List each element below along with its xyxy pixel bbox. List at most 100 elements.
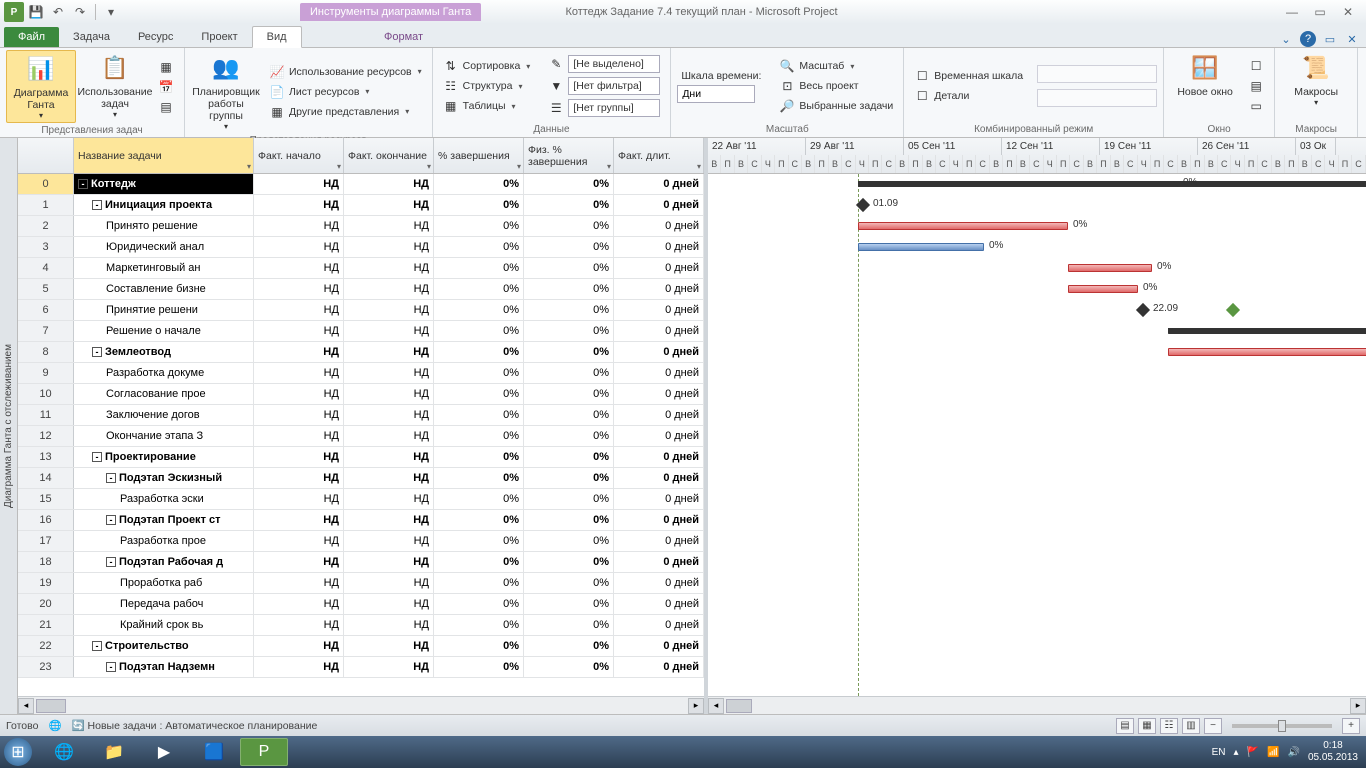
outline-toggle-icon[interactable]: -: [106, 473, 116, 483]
view-gantt-icon[interactable]: ▤: [1116, 718, 1134, 734]
cell-actual-duration[interactable]: 0 дней: [614, 594, 704, 614]
table-row[interactable]: 23 -Подэтап Надземн НД НД 0% 0% 0 дней: [18, 657, 704, 678]
cell-actual-start[interactable]: НД: [254, 594, 344, 614]
gantt-row[interactable]: 0%: [708, 258, 1366, 279]
cell-task-name[interactable]: Передача рабоч: [74, 594, 254, 614]
row-number[interactable]: 16: [18, 510, 74, 530]
cell-task-name[interactable]: -Инициация проекта: [74, 195, 254, 215]
cell-task-name[interactable]: -Коттедж: [74, 174, 254, 194]
outline-toggle-icon[interactable]: -: [92, 641, 102, 651]
cell-actual-start[interactable]: НД: [254, 279, 344, 299]
cell-actual-duration[interactable]: 0 дней: [614, 195, 704, 215]
row-number[interactable]: 10: [18, 384, 74, 404]
table-row[interactable]: 15 Разработка эски НД НД 0% 0% 0 дней: [18, 489, 704, 510]
tab-task[interactable]: Задача: [59, 27, 124, 47]
language-indicator[interactable]: EN: [1212, 747, 1226, 758]
table-row[interactable]: 4 Маркетинговый ан НД НД 0% 0% 0 дней: [18, 258, 704, 279]
cell-percent-complete[interactable]: 0%: [434, 405, 524, 425]
cell-actual-duration[interactable]: 0 дней: [614, 489, 704, 509]
cell-actual-start[interactable]: НД: [254, 237, 344, 257]
gantt-row[interactable]: [708, 510, 1366, 531]
table-row[interactable]: 9 Разработка докуме НД НД 0% 0% 0 дней: [18, 363, 704, 384]
cell-actual-start[interactable]: НД: [254, 573, 344, 593]
cell-phys-percent[interactable]: 0%: [524, 363, 614, 383]
cell-actual-duration[interactable]: 0 дней: [614, 342, 704, 362]
taskbar-explorer-icon[interactable]: 📁: [90, 738, 138, 766]
gantt-chart-button[interactable]: 📊 Диаграмма Ганта ▾: [6, 50, 76, 123]
cell-actual-start[interactable]: НД: [254, 363, 344, 383]
timescale-combo[interactable]: Дни: [677, 85, 755, 103]
cell-actual-start[interactable]: НД: [254, 615, 344, 635]
cell-actual-finish[interactable]: НД: [344, 573, 434, 593]
row-number[interactable]: 3: [18, 237, 74, 257]
grid-scrollbar[interactable]: ◂ ▸: [18, 696, 704, 714]
cell-actual-start[interactable]: НД: [254, 552, 344, 572]
row-number[interactable]: 17: [18, 531, 74, 551]
cell-percent-complete[interactable]: 0%: [434, 342, 524, 362]
cell-actual-finish[interactable]: НД: [344, 216, 434, 236]
cell-phys-percent[interactable]: 0%: [524, 384, 614, 404]
scroll-thumb[interactable]: [36, 699, 66, 713]
cell-phys-percent[interactable]: 0%: [524, 615, 614, 635]
undo-icon[interactable]: ↶: [48, 2, 68, 22]
other-views-button[interactable]: ▦Другие представления▾: [265, 103, 426, 121]
cell-task-name[interactable]: Принятие решени: [74, 300, 254, 320]
row-number[interactable]: 8: [18, 342, 74, 362]
cell-actual-start[interactable]: НД: [254, 321, 344, 341]
gantt-row[interactable]: [708, 657, 1366, 678]
view-bar[interactable]: Диаграмма Ганта с отслеживанием: [0, 138, 18, 714]
cell-actual-duration[interactable]: 0 дней: [614, 174, 704, 194]
row-number[interactable]: 15: [18, 489, 74, 509]
cell-actual-finish[interactable]: НД: [344, 531, 434, 551]
tray-volume-icon[interactable]: 🔊: [1287, 747, 1299, 758]
cell-actual-start[interactable]: НД: [254, 405, 344, 425]
gantt-row[interactable]: [708, 426, 1366, 447]
cell-actual-duration[interactable]: 0 дней: [614, 552, 704, 572]
gantt-timescale[interactable]: 22 Авг '1129 Авг '1105 Сен '1112 Сен '11…: [708, 138, 1366, 174]
col-actual-finish[interactable]: Факт. окончание▾: [344, 138, 434, 173]
cell-percent-complete[interactable]: 0%: [434, 426, 524, 446]
switch-windows-icon[interactable]: ☐: [1244, 57, 1268, 75]
row-number[interactable]: 13: [18, 447, 74, 467]
gantt-row[interactable]: 0%: [708, 216, 1366, 237]
cell-task-name[interactable]: Составление бизне: [74, 279, 254, 299]
cell-actual-start[interactable]: НД: [254, 258, 344, 278]
cell-actual-finish[interactable]: НД: [344, 300, 434, 320]
gantt-row[interactable]: 0%: [708, 174, 1366, 195]
file-tab[interactable]: Файл: [4, 27, 59, 47]
cell-task-name[interactable]: -Проектирование: [74, 447, 254, 467]
cell-phys-percent[interactable]: 0%: [524, 405, 614, 425]
outline-toggle-icon[interactable]: -: [78, 179, 88, 189]
gantt-row[interactable]: [708, 342, 1366, 363]
cell-percent-complete[interactable]: 0%: [434, 552, 524, 572]
cell-actual-finish[interactable]: НД: [344, 594, 434, 614]
cell-actual-finish[interactable]: НД: [344, 405, 434, 425]
network-diagram-icon[interactable]: ▦: [154, 58, 178, 76]
table-row[interactable]: 6 Принятие решени НД НД 0% 0% 0 дней: [18, 300, 704, 321]
cell-phys-percent[interactable]: 0%: [524, 531, 614, 551]
gantt-row[interactable]: [708, 573, 1366, 594]
cell-actual-duration[interactable]: 0 дней: [614, 216, 704, 236]
outline-toggle-icon[interactable]: -: [92, 452, 102, 462]
cell-actual-duration[interactable]: 0 дней: [614, 363, 704, 383]
outline-toggle-icon[interactable]: -: [106, 515, 116, 525]
table-row[interactable]: 14 -Подэтап Эскизный НД НД 0% 0% 0 дней: [18, 468, 704, 489]
filter-combo[interactable]: ▼[Нет фильтра]: [544, 76, 664, 96]
gantt-row[interactable]: [708, 594, 1366, 615]
gantt-milestone[interactable]: [1136, 303, 1150, 317]
cell-actual-start[interactable]: НД: [254, 342, 344, 362]
details-checkbox[interactable]: ☐Детали: [910, 87, 1027, 105]
tray-network-icon[interactable]: 📶: [1267, 747, 1279, 758]
table-row[interactable]: 12 Окончание этапа З НД НД 0% 0% 0 дней: [18, 426, 704, 447]
cell-actual-duration[interactable]: 0 дней: [614, 447, 704, 467]
gantt-task-bar[interactable]: [858, 222, 1068, 230]
cell-actual-finish[interactable]: НД: [344, 279, 434, 299]
cell-actual-start[interactable]: НД: [254, 216, 344, 236]
new-window-button[interactable]: 🪟 Новое окно: [1170, 50, 1240, 122]
filter-icon[interactable]: ▾: [427, 162, 431, 171]
cell-phys-percent[interactable]: 0%: [524, 216, 614, 236]
cell-task-name[interactable]: Окончание этапа З: [74, 426, 254, 446]
table-row[interactable]: 10 Согласование прое НД НД 0% 0% 0 дней: [18, 384, 704, 405]
cell-actual-finish[interactable]: НД: [344, 447, 434, 467]
cell-actual-finish[interactable]: НД: [344, 195, 434, 215]
